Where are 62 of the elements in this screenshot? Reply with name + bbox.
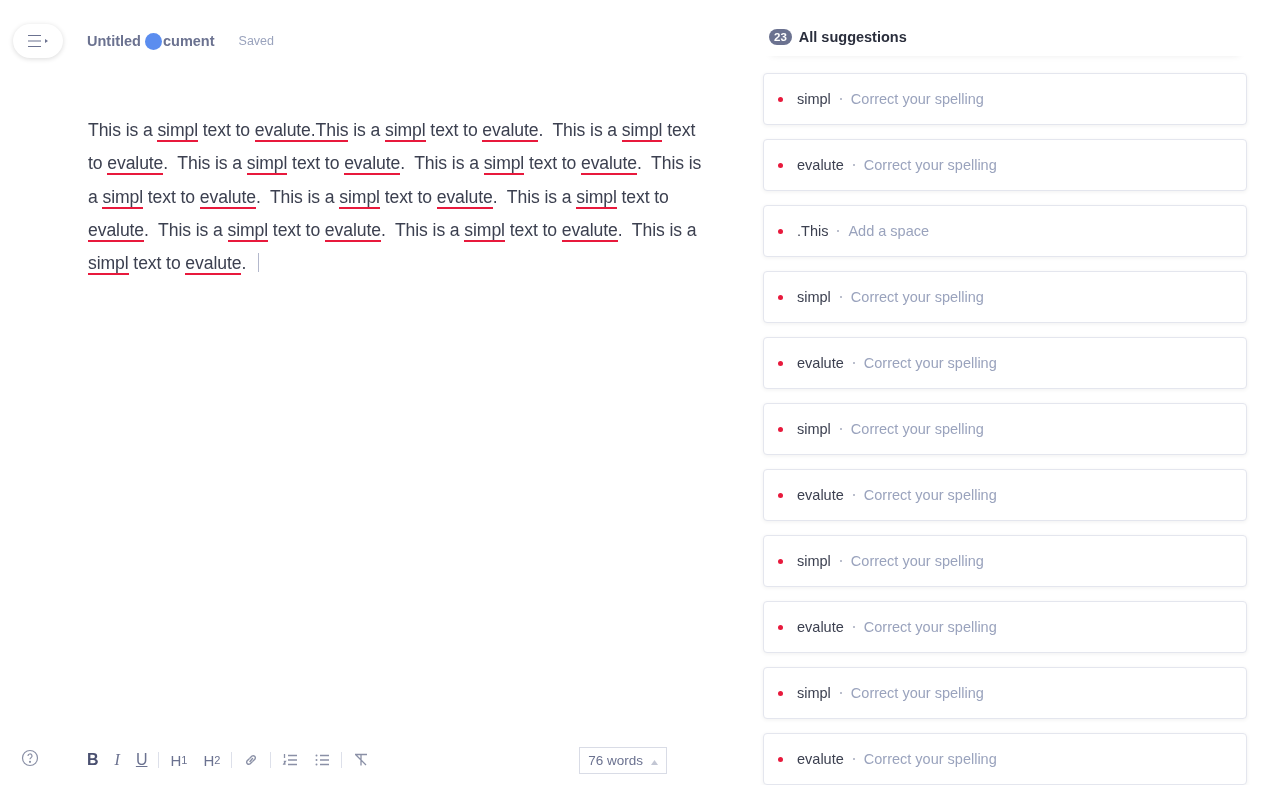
flagged-word: evalute — [797, 487, 844, 503]
suggestion-card[interactable]: evalute Correct your spelling — [763, 733, 1247, 785]
error-dot — [778, 690, 783, 696]
flagged-word: simpl — [797, 91, 831, 107]
suggestion-card[interactable]: evalute Correct your spelling — [763, 469, 1247, 521]
panel-title: All suggestions — [798, 29, 907, 45]
suggestion-card[interactable]: evalute Correct your spelling — [763, 139, 1247, 191]
flagged-word: simpl — [797, 685, 831, 701]
bold-button[interactable]: B — [79, 751, 107, 769]
error-dot — [778, 294, 783, 300]
suggestion-card[interactable]: simpl Correct your spelling — [763, 667, 1247, 719]
bullet-list-icon[interactable] — [314, 752, 331, 768]
suggestion-hint: Correct your spelling — [863, 619, 997, 635]
flagged-word: .This — [797, 223, 829, 239]
flagged-word: evalute — [797, 619, 844, 635]
flagged-word: evalute — [797, 157, 844, 173]
word-count-button[interactable]: 76 words — [579, 746, 667, 774]
error-dot — [778, 360, 783, 366]
menu-icon — [27, 34, 49, 48]
suggestion-hint: Correct your spelling — [863, 157, 997, 173]
document-title[interactable]: cument — [162, 33, 215, 49]
document-text[interactable]: This is a simpl text to evalute.This is a simpl text to evalute. This is a simpl text to evalute. This is a simpl text to evalute. This is a simpl text to evalute. This is a simpl text to evalute. This is a simpl text to evalute. This is a simpl text to evalute. This is a simpl text to evalute. This is a simpl text to evalute. This is a simpl text to evalute. — [0, 59, 752, 743]
suggestion-hint: Correct your spelling — [850, 289, 984, 305]
flagged-word: evalute — [797, 355, 844, 371]
suggestion-hint: Correct your spelling — [850, 685, 984, 701]
count-badge: 23 — [769, 29, 792, 45]
flagged-word: simpl — [797, 553, 831, 569]
italic-button[interactable]: I — [106, 751, 128, 769]
numbered-list-icon[interactable] — [282, 752, 299, 768]
suggestion-card[interactable]: .This Add a space — [763, 205, 1247, 257]
underline-button[interactable]: U — [127, 751, 156, 769]
error-dot — [778, 624, 783, 630]
suggestion-hint: Correct your spelling — [850, 553, 984, 569]
document-title[interactable]: Untitled — [87, 33, 141, 49]
suggestion-card[interactable]: evalute Correct your spelling — [763, 337, 1247, 389]
flagged-word: evalute — [797, 751, 844, 767]
suggestion-card[interactable]: simpl Correct your spelling — [763, 403, 1247, 455]
clear-format-icon[interactable] — [353, 752, 370, 768]
menu-button[interactable] — [13, 24, 63, 58]
suggestion-card[interactable]: evalute Correct your spelling — [763, 601, 1247, 653]
suggestion-hint: Correct your spelling — [850, 91, 984, 107]
error-dot — [778, 492, 783, 498]
caret-up-icon — [651, 759, 658, 765]
error-dot — [778, 558, 783, 564]
error-dot — [778, 756, 783, 762]
error-dot — [778, 228, 783, 234]
suggestion-card[interactable]: simpl Correct your spelling — [763, 73, 1247, 125]
flagged-word: simpl — [797, 421, 831, 437]
error-dot — [778, 426, 783, 432]
save-status: Saved — [238, 34, 274, 48]
error-dot — [778, 162, 783, 168]
help-icon[interactable] — [21, 749, 39, 767]
flagged-word: simpl — [797, 289, 831, 305]
suggestion-hint: Correct your spelling — [863, 355, 997, 371]
suggestion-hint: Add a space — [848, 223, 930, 239]
suggestion-hint: Correct your spelling — [863, 751, 997, 767]
cursor-dot — [144, 32, 162, 50]
suggestion-card[interactable]: simpl Correct your spelling — [763, 535, 1247, 587]
suggestion-card[interactable]: simpl Correct your spelling — [763, 271, 1247, 323]
suggestion-hint: Correct your spelling — [863, 487, 997, 503]
error-dot — [778, 96, 783, 102]
suggestion-hint: Correct your spelling — [850, 421, 984, 437]
